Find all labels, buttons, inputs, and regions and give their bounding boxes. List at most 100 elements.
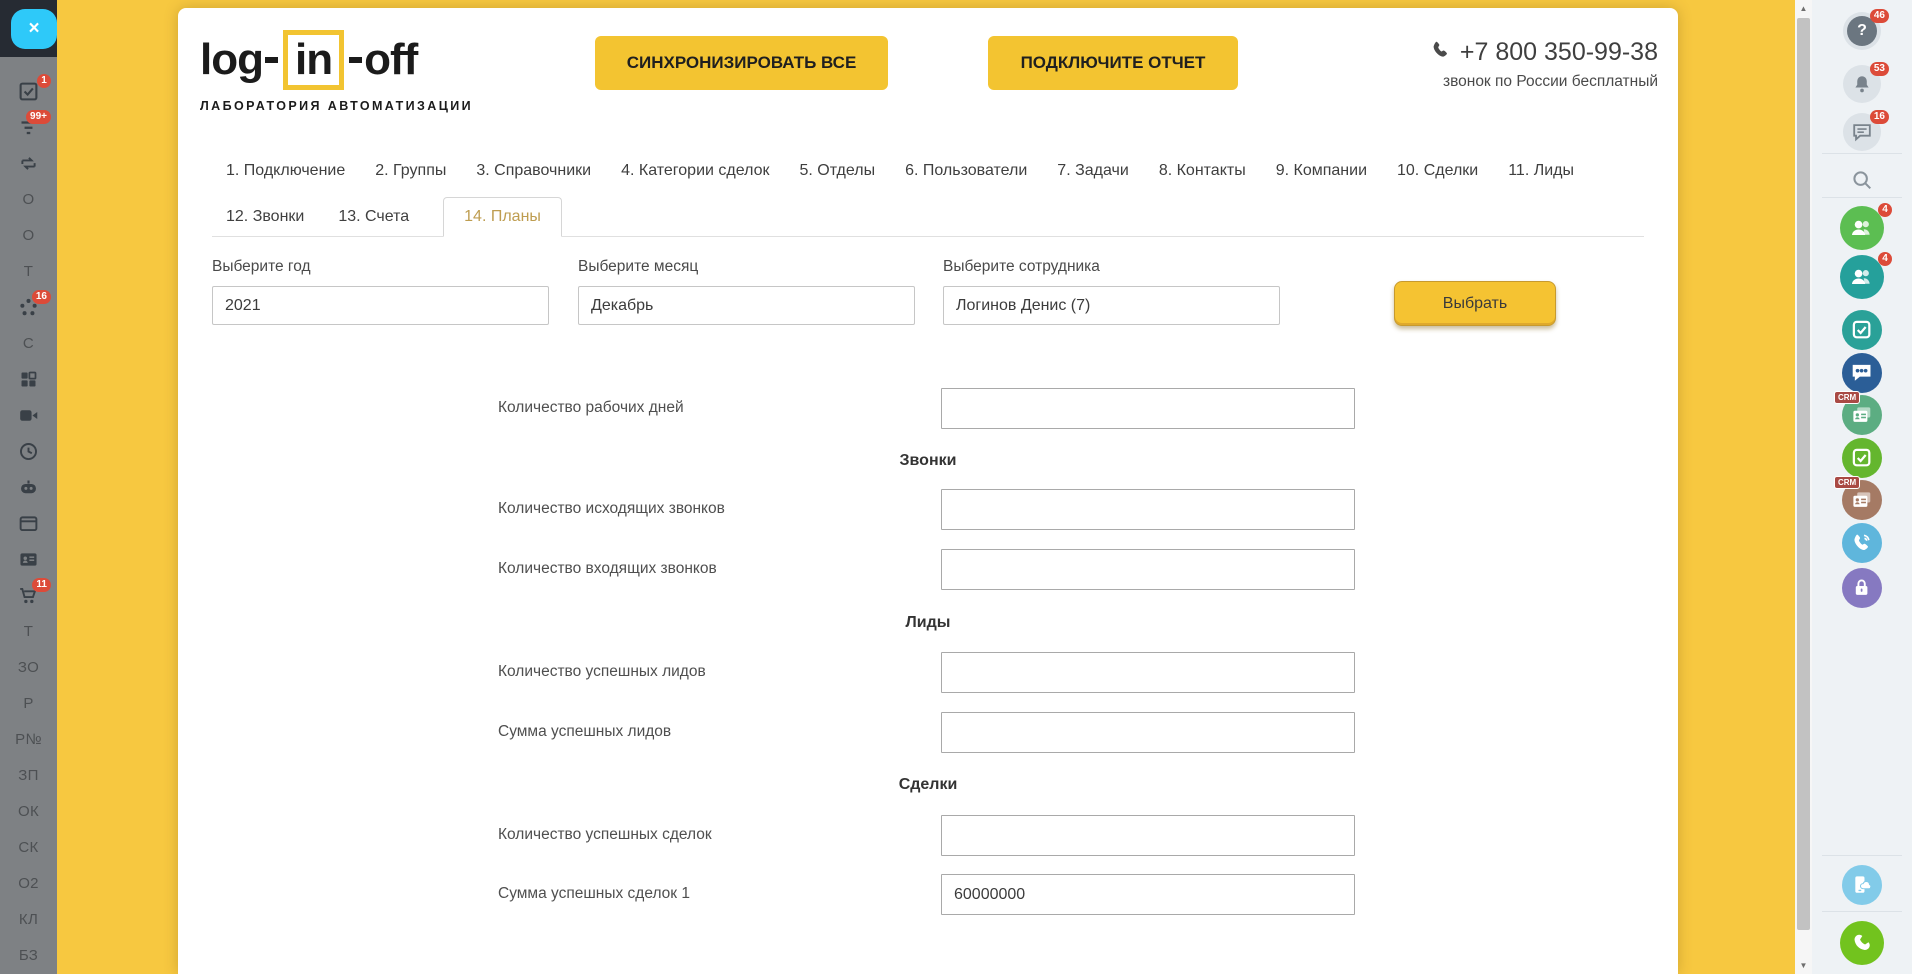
tab-10-сделки[interactable]: 10. Сделки bbox=[1397, 162, 1478, 190]
clients-icon[interactable]: 4 bbox=[1840, 252, 1892, 299]
tab-14-планы[interactable]: 14. Планы bbox=[443, 197, 562, 237]
plan-field-row: Количество успешных сделок bbox=[178, 815, 1678, 856]
clock-icon bbox=[18, 441, 39, 462]
tab-11-лиды[interactable]: 11. Лиды bbox=[1508, 162, 1574, 190]
plan-field-label: Количество успешных сделок bbox=[498, 826, 712, 843]
section-title-сделки: Сделки bbox=[898, 776, 958, 793]
crm-tag: CRM bbox=[1834, 391, 1861, 404]
logo-subtitle: ЛАБОРАТОРИЯ АВТОМАТИЗАЦИИ bbox=[200, 99, 473, 113]
sidebar-item-т[interactable]: Т bbox=[0, 253, 57, 289]
browser-window-icon bbox=[18, 513, 39, 534]
sidebar-item-video[interactable] bbox=[0, 397, 57, 433]
mobile-app-icon[interactable] bbox=[1842, 865, 1882, 905]
tab-1-подключение[interactable]: 1. Подключение bbox=[226, 162, 345, 190]
sync-all-button[interactable]: СИНХРОНИЗИРОВАТЬ ВСЕ bbox=[595, 36, 888, 90]
plan-field-row: Количество входящих звонков bbox=[178, 549, 1678, 590]
call-icon[interactable] bbox=[1840, 921, 1884, 965]
plan-field-input[interactable] bbox=[941, 874, 1355, 915]
sidebar-item-network[interactable]: 16 bbox=[0, 289, 57, 325]
month-select[interactable] bbox=[578, 286, 915, 325]
vertical-scrollbar[interactable]: ▲ ▼ bbox=[1795, 0, 1812, 974]
sidebar-item-о[interactable]: О bbox=[0, 217, 57, 253]
tab-3-справочники[interactable]: 3. Справочники bbox=[476, 162, 591, 190]
tab-8-контакты[interactable]: 8. Контакты bbox=[1159, 162, 1246, 190]
sidebar-item-зп[interactable]: ЗП bbox=[0, 757, 57, 793]
sidebar-item-tasks[interactable]: 1 bbox=[0, 73, 57, 109]
sidebar-item-ок[interactable]: ОК bbox=[0, 793, 57, 829]
sidebar-item-sync[interactable] bbox=[0, 145, 57, 181]
tab-7-задачи[interactable]: 7. Задачи bbox=[1057, 162, 1129, 190]
tab-12-звонки[interactable]: 12. Звонки bbox=[226, 208, 304, 236]
telephony-icon[interactable] bbox=[1842, 523, 1882, 563]
search-icon bbox=[1843, 161, 1881, 199]
plan-field-label: Количество рабочих дней bbox=[498, 399, 684, 416]
sidebar-item-р[interactable]: Р bbox=[0, 685, 57, 721]
notification-badge: 4 bbox=[1878, 203, 1892, 217]
scroll-down-arrow[interactable]: ▼ bbox=[1795, 957, 1812, 974]
sidebar-item-idcard[interactable] bbox=[0, 541, 57, 577]
plan-field-input[interactable] bbox=[941, 549, 1355, 590]
robot-icon bbox=[18, 477, 39, 498]
plan-field-row: Количество рабочих дней bbox=[178, 388, 1678, 429]
sidebar-divider bbox=[1822, 153, 1902, 154]
sidebar-item-т[interactable]: Т bbox=[0, 613, 57, 649]
crm-contacts-icon[interactable]: CRM bbox=[1834, 391, 1882, 435]
checklist-app-icon[interactable] bbox=[1842, 438, 1882, 478]
plan-field-input[interactable] bbox=[941, 815, 1355, 856]
notifications-icon[interactable]: 53 bbox=[1843, 62, 1889, 103]
chat-log-icon[interactable]: 16 bbox=[1843, 110, 1889, 151]
plan-field-input[interactable] bbox=[941, 388, 1355, 429]
connect-report-button[interactable]: ПОДКЛЮЧИТЕ ОТЧЕТ bbox=[988, 36, 1238, 90]
help-icon[interactable]: ? 46 bbox=[1843, 9, 1889, 50]
tab-13-счета[interactable]: 13. Счета bbox=[338, 208, 409, 236]
sidebar-item-cart[interactable]: 11 bbox=[0, 577, 57, 613]
tab-2-группы[interactable]: 2. Группы bbox=[375, 162, 446, 190]
sidebar-item-о2[interactable]: О2 bbox=[0, 865, 57, 901]
plan-field-input[interactable] bbox=[941, 712, 1355, 753]
plan-field-input[interactable] bbox=[941, 652, 1355, 693]
notification-badge: 53 bbox=[1869, 62, 1889, 76]
sidebar-item-robot[interactable] bbox=[0, 469, 57, 505]
tasks-icon bbox=[18, 81, 39, 102]
sidebar-item-window[interactable] bbox=[0, 505, 57, 541]
sidebar-item-grid[interactable] bbox=[0, 361, 57, 397]
tab-4-категории-сделок[interactable]: 4. Категории сделок bbox=[621, 162, 769, 190]
search-icon[interactable] bbox=[1843, 161, 1881, 199]
check-square-icon bbox=[1842, 310, 1882, 350]
plan-field-label: Количество успешных лидов bbox=[498, 663, 706, 680]
select-button[interactable]: Выбрать bbox=[1394, 281, 1556, 326]
scrollbar-thumb[interactable] bbox=[1797, 18, 1810, 930]
crm-deals-icon[interactable]: CRM bbox=[1834, 476, 1882, 520]
sidebar-item-filter[interactable]: 99+ bbox=[0, 109, 57, 145]
sidebar-item-бз[interactable]: БЗ bbox=[0, 937, 57, 973]
close-button[interactable]: × bbox=[11, 9, 57, 49]
sidebar-item-с[interactable]: С bbox=[0, 325, 57, 361]
lock-icon bbox=[1842, 568, 1882, 608]
sidebar-item-кл[interactable]: КЛ bbox=[0, 901, 57, 937]
sidebar-item-label: Р bbox=[23, 694, 34, 712]
sidebar-item-p№[interactable]: P№ bbox=[0, 721, 57, 757]
sidebar-item-label: О bbox=[22, 190, 35, 208]
tasks-app-icon[interactable] bbox=[1842, 310, 1882, 350]
users-icon bbox=[1840, 206, 1884, 250]
sidebar-item-ск[interactable]: СК bbox=[0, 829, 57, 865]
notification-badge: 1 bbox=[37, 74, 51, 88]
device-cloud-icon bbox=[1842, 865, 1882, 905]
group-chat-icon[interactable] bbox=[1842, 353, 1882, 393]
year-select[interactable] bbox=[212, 286, 549, 325]
employee-select[interactable] bbox=[943, 286, 1280, 325]
sidebar-item-зо[interactable]: ЗО bbox=[0, 649, 57, 685]
employees-icon[interactable]: 4 bbox=[1840, 203, 1892, 250]
sidebar-item-о[interactable]: О bbox=[0, 181, 57, 217]
sidebar-item-clock[interactable] bbox=[0, 433, 57, 469]
security-icon[interactable] bbox=[1842, 568, 1882, 608]
sidebar-item-label: СК bbox=[18, 838, 39, 856]
tab-9-компании[interactable]: 9. Компании bbox=[1276, 162, 1367, 190]
scroll-up-arrow[interactable]: ▲ bbox=[1795, 0, 1812, 17]
plan-field-input[interactable] bbox=[941, 489, 1355, 530]
sidebar-item-label: Т bbox=[23, 262, 34, 280]
tab-5-отделы[interactable]: 5. Отделы bbox=[800, 162, 876, 190]
notification-badge: 46 bbox=[1869, 9, 1889, 23]
tab-6-пользователи[interactable]: 6. Пользователи bbox=[905, 162, 1027, 190]
contact-card-icon bbox=[18, 549, 39, 570]
